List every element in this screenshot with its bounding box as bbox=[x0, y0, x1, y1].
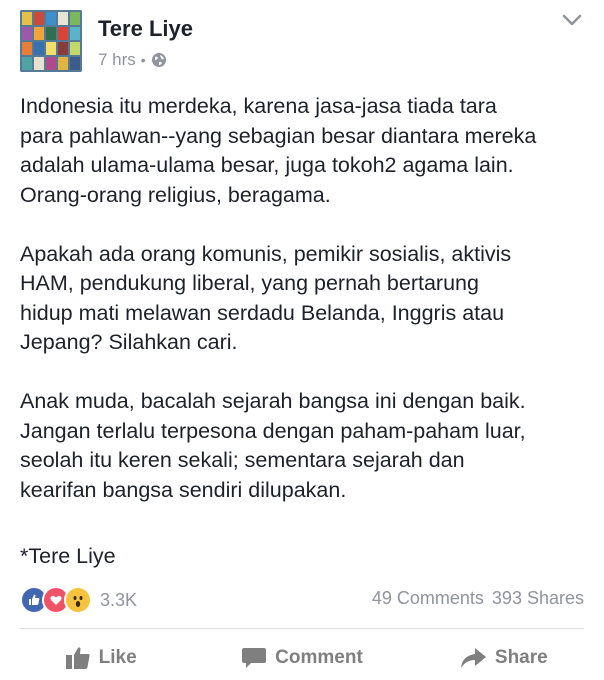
engagement-stats: 3.3K 49 Comments 393 Shares bbox=[20, 586, 584, 614]
post-signature: *Tere Liye bbox=[20, 544, 116, 568]
post-time[interactable]: 7 hrs bbox=[98, 50, 136, 70]
share-label: Share bbox=[494, 647, 548, 668]
wow-reaction-icon bbox=[64, 586, 92, 614]
post-paragraph: Apakah ada orang komunis, pemikir sosial… bbox=[20, 241, 512, 355]
post-paragraph: Anak muda, bacalah sejarah bangsa ini de… bbox=[20, 389, 526, 502]
share-arrow-icon bbox=[459, 646, 487, 670]
thumbs-up-icon bbox=[65, 646, 91, 670]
post-paragraph: Indonesia itu merdeka, karena jasa-jasa … bbox=[20, 94, 537, 207]
share-button[interactable]: Share bbox=[403, 638, 604, 678]
comment-share-counts: 49 Comments 393 Shares bbox=[372, 588, 584, 609]
divider bbox=[20, 628, 584, 629]
comments-count[interactable]: 49 Comments bbox=[372, 588, 484, 609]
meta-separator: • bbox=[140, 52, 146, 68]
post-header: Tere Liye 7 hrs • bbox=[20, 10, 584, 72]
comment-label: Comment bbox=[275, 647, 363, 668]
chevron-down-icon[interactable] bbox=[560, 10, 584, 30]
action-bar: Like Comment Share bbox=[0, 638, 604, 678]
author-name[interactable]: Tere Liye bbox=[98, 16, 193, 42]
shares-count[interactable]: 393 Shares bbox=[492, 588, 584, 609]
like-button[interactable]: Like bbox=[0, 638, 201, 678]
like-label: Like bbox=[98, 647, 137, 668]
author-avatar[interactable] bbox=[20, 10, 82, 72]
post-body: Indonesia itu merdeka, karena jasa-jasa … bbox=[20, 92, 590, 535]
comment-icon bbox=[241, 646, 267, 670]
reactions-summary[interactable]: 3.3K bbox=[20, 586, 137, 614]
comment-button[interactable]: Comment bbox=[201, 638, 402, 678]
reaction-count: 3.3K bbox=[100, 589, 138, 610]
post-meta: 7 hrs • bbox=[98, 50, 167, 70]
globe-icon bbox=[151, 52, 167, 68]
